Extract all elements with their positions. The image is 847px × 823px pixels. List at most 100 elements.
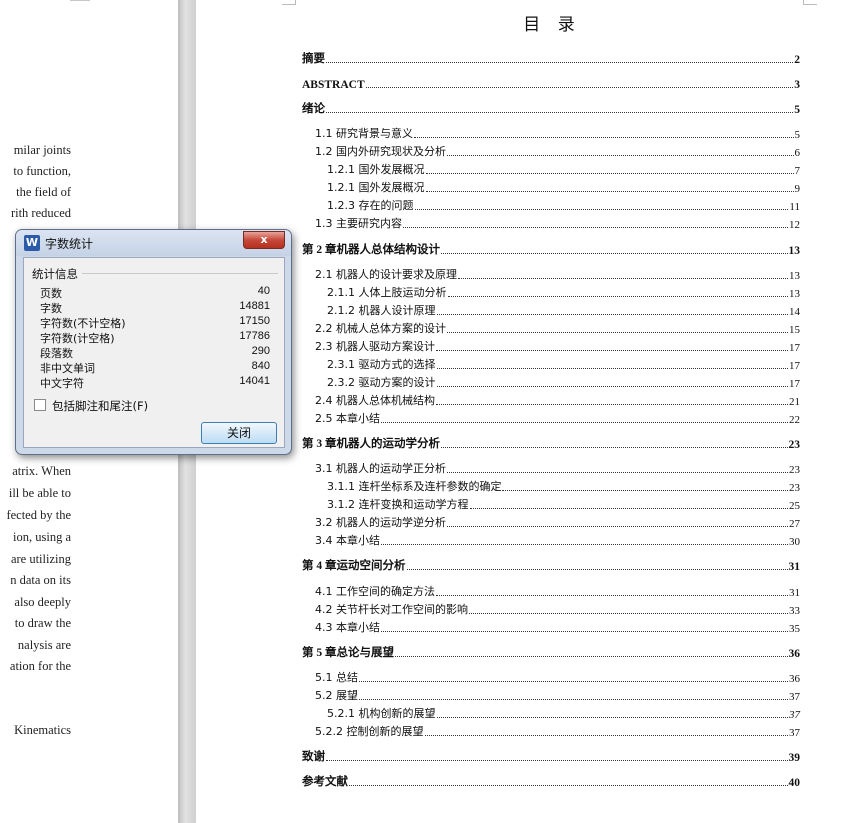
toc-leader-dots	[403, 227, 788, 228]
toc-entry-page: 25	[789, 500, 800, 512]
toc-entry-page: 33	[789, 605, 800, 617]
checkbox-box[interactable]	[34, 399, 46, 411]
toc-entry[interactable]: 2.2 机械人总体方案的设计 15	[315, 320, 800, 336]
toc-entry-page: 37	[789, 727, 800, 739]
close-icon[interactable]: x	[243, 231, 285, 249]
toc-entry-title: 5.2.2 控制创新的展望	[315, 725, 424, 738]
stat-label: 字符数(不计空格)	[40, 317, 126, 330]
toc-entry[interactable]: 2.1 机器人的设计要求及原理 13	[315, 266, 800, 282]
toc-entry-title: 1.1 研究背景与意义	[315, 127, 413, 140]
toc-leader-dots	[359, 699, 788, 700]
toc-entry[interactable]: 2.5 本章小结 22	[315, 410, 800, 426]
stat-value: 40	[257, 285, 270, 297]
toc-entry-page: 37	[789, 709, 800, 721]
dialog-titlebar[interactable]: W 字数统计 x	[16, 230, 291, 256]
toc-entry[interactable]: 摘要 2	[302, 50, 800, 66]
stat-value: 290	[251, 345, 270, 357]
toc-entry-title: 1.3 主要研究内容	[315, 217, 402, 230]
toc-entry[interactable]: 致谢 39	[302, 748, 800, 764]
toc-entry[interactable]: 1.3 主要研究内容 12	[315, 215, 800, 231]
toc-leader-dots	[441, 447, 788, 448]
toc-entry[interactable]: 2.3.1 驱动方式的选择 17	[327, 356, 800, 372]
toc-leader-dots	[414, 209, 789, 210]
toc-entry-page: 27	[789, 518, 800, 530]
toc-entry[interactable]: 4.3 本章小结 35	[315, 619, 800, 635]
left-page-line: ion, using a	[13, 530, 71, 544]
toc-entry-page: 2	[794, 54, 800, 66]
toc-entry-page: 37	[789, 691, 800, 703]
toc-entry-page: 31	[789, 587, 800, 599]
toc-entry[interactable]: 1.1 研究背景与意义 5	[315, 125, 800, 141]
toc-leader-dots	[326, 760, 788, 761]
toc-leader-dots	[436, 350, 788, 351]
toc-entry[interactable]: 5.1 总结 36	[315, 669, 800, 685]
toc-entry-title: 致谢	[302, 751, 325, 763]
toc-entry[interactable]: 参考文献 40	[302, 773, 800, 789]
wps-app-icon: W	[24, 235, 40, 251]
toc-entry[interactable]: 1.2.1 国外发展概况 7	[327, 161, 800, 177]
toc-entry-title: 3.4 本章小结	[315, 534, 380, 547]
toc-entry[interactable]: 2.4 机器人总体机械结构 21	[315, 392, 800, 408]
toc-entry[interactable]: 第 3 章机器人的运动学分析 23	[302, 435, 800, 451]
crop-mark	[70, 0, 90, 5]
stat-label: 字数	[40, 302, 62, 315]
left-page-line: milar joints	[13, 143, 71, 157]
toc-entry[interactable]: 3.2 机器人的运动学逆分析 27	[315, 514, 800, 530]
toc-entry[interactable]: 5.2.1 机构创新的展望 37	[327, 705, 800, 721]
toc-entry-page: 22	[789, 414, 800, 426]
toc-leader-dots	[365, 87, 794, 88]
toc-entry[interactable]: 第 4 章运动空间分析 31	[302, 557, 800, 573]
stat-value: 14881	[239, 300, 270, 312]
toc-entry-page: 30	[789, 536, 800, 548]
toc-entry-title: 4.1 工作空间的确定方法	[315, 585, 435, 598]
toc-entry[interactable]: 4.2 关节杆长对工作空间的影响 33	[315, 601, 800, 617]
stat-label: 中文字符	[40, 377, 84, 390]
toc-entry-title: 第 2 章机器人总体结构设计	[302, 244, 440, 256]
left-page-line: to draw the	[14, 616, 71, 630]
toc-leader-dots	[447, 526, 788, 527]
toc-entry-title: 2.5 本章小结	[315, 412, 380, 425]
toc-entry-title: 1.2.1 国外发展概况	[327, 163, 425, 176]
toc-entry[interactable]: 绪论 5	[302, 100, 800, 116]
left-page-line: rith reduced	[10, 206, 71, 220]
toc-leader-dots	[447, 155, 794, 156]
toc-entry[interactable]: 2.1.2 机器人设计原理 14	[327, 302, 800, 318]
toc-entry[interactable]: 3.1.2 连杆变换和运动学方程 25	[327, 496, 800, 512]
toc-entry[interactable]: 3.1.1 连杆坐标系及连杆参数的确定 23	[327, 478, 800, 494]
toc-leader-dots	[359, 681, 788, 682]
toc-entry[interactable]: 1.2.3 存在的问题 11	[327, 197, 800, 213]
toc-entry-title: 1.2 国内外研究现状及分析	[315, 145, 446, 158]
toc-entry[interactable]: 2.3.2 驱动方案的设计 17	[327, 374, 800, 390]
toc-entry-title: 4.3 本章小结	[315, 621, 380, 634]
toc-entry-title: 5.2.1 机构创新的展望	[327, 707, 436, 720]
toc-entry[interactable]: 3.4 本章小结 30	[315, 532, 800, 548]
close-button[interactable]: 关闭	[201, 422, 277, 444]
toc-entry[interactable]: ABSTRACT 3	[302, 75, 800, 91]
checkbox-label[interactable]: 包括脚注和尾注(F)	[52, 398, 148, 414]
toc-entry-title: 2.3 机器人驱动方案设计	[315, 340, 435, 353]
toc-entry-title: 2.4 机器人总体机械结构	[315, 394, 435, 407]
toc-entry[interactable]: 第 5 章总论与展望 36	[302, 644, 800, 660]
toc-entry[interactable]: 4.1 工作空间的确定方法 31	[315, 583, 800, 599]
toc-entry-title: 4.2 关节杆长对工作空间的影响	[315, 603, 468, 616]
toc-entry[interactable]: 3.1 机器人的运动学正分析 23	[315, 460, 800, 476]
toc-entry[interactable]: 第 2 章机器人总体结构设计 13	[302, 241, 800, 257]
toc-leader-dots	[436, 368, 788, 369]
stat-row: 字符数(计空格) 17786	[40, 330, 270, 345]
toc-entry[interactable]: 2.1.1 人体上肢运动分析 13	[327, 284, 800, 300]
stat-value: 17150	[239, 315, 270, 327]
toc-entry[interactable]: 5.2 展望 37	[315, 687, 800, 703]
toc-entry[interactable]: 1.2.1 国外发展概况 9	[327, 179, 800, 195]
stat-row: 页数 40	[40, 285, 270, 300]
toc-entry[interactable]: 1.2 国内外研究现状及分析 6	[315, 143, 800, 159]
toc-entry[interactable]: 2.3 机器人驱动方案设计 17	[315, 338, 800, 354]
toc-entry-title: 绪论	[302, 103, 325, 115]
toc-entry-page: 6	[794, 147, 801, 159]
toc-entry-title: 第 4 章运动空间分析	[302, 560, 406, 572]
toc-leader-dots	[425, 173, 794, 174]
stat-value: 840	[251, 360, 270, 372]
toc-entry[interactable]: 5.2.2 控制创新的展望 37	[315, 723, 800, 739]
stat-label: 页数	[40, 287, 62, 300]
left-page-line: Kinematics	[14, 723, 71, 737]
toc-entry-page: 11	[789, 201, 800, 213]
